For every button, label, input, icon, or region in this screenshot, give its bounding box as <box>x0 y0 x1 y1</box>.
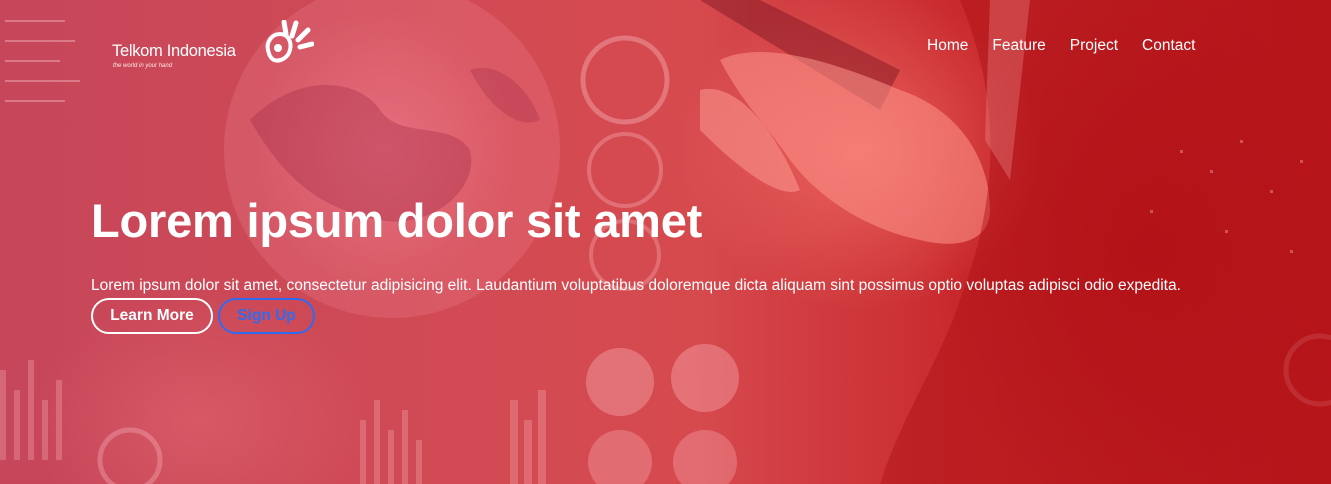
nav-item-home[interactable]: Home <box>927 37 968 55</box>
hero-lead-text: Lorem ipsum dolor sit amet, consectetur … <box>91 277 1181 294</box>
brand-logo[interactable]: Telkom Indonesia the world in your hand <box>112 20 317 75</box>
learn-more-button[interactable]: Learn More <box>91 298 213 334</box>
hero-headline: Lorem ipsum dolor sit amet <box>91 194 703 247</box>
main-nav: Home Feature Project Contact <box>927 37 1195 55</box>
brand-name: Telkom Indonesia <box>112 42 236 60</box>
sign-up-button[interactable]: Sign Up <box>218 298 315 334</box>
nav-item-feature[interactable]: Feature <box>992 37 1045 55</box>
telkom-hand-icon <box>265 20 314 63</box>
hero-actions: Learn More Sign Up <box>91 298 315 334</box>
nav-item-contact[interactable]: Contact <box>1142 37 1195 55</box>
brand-tagline: the world in your hand <box>113 63 173 69</box>
hero-section: Telkom Indonesia the world in your hand … <box>0 0 1331 484</box>
nav-item-project[interactable]: Project <box>1070 37 1118 55</box>
